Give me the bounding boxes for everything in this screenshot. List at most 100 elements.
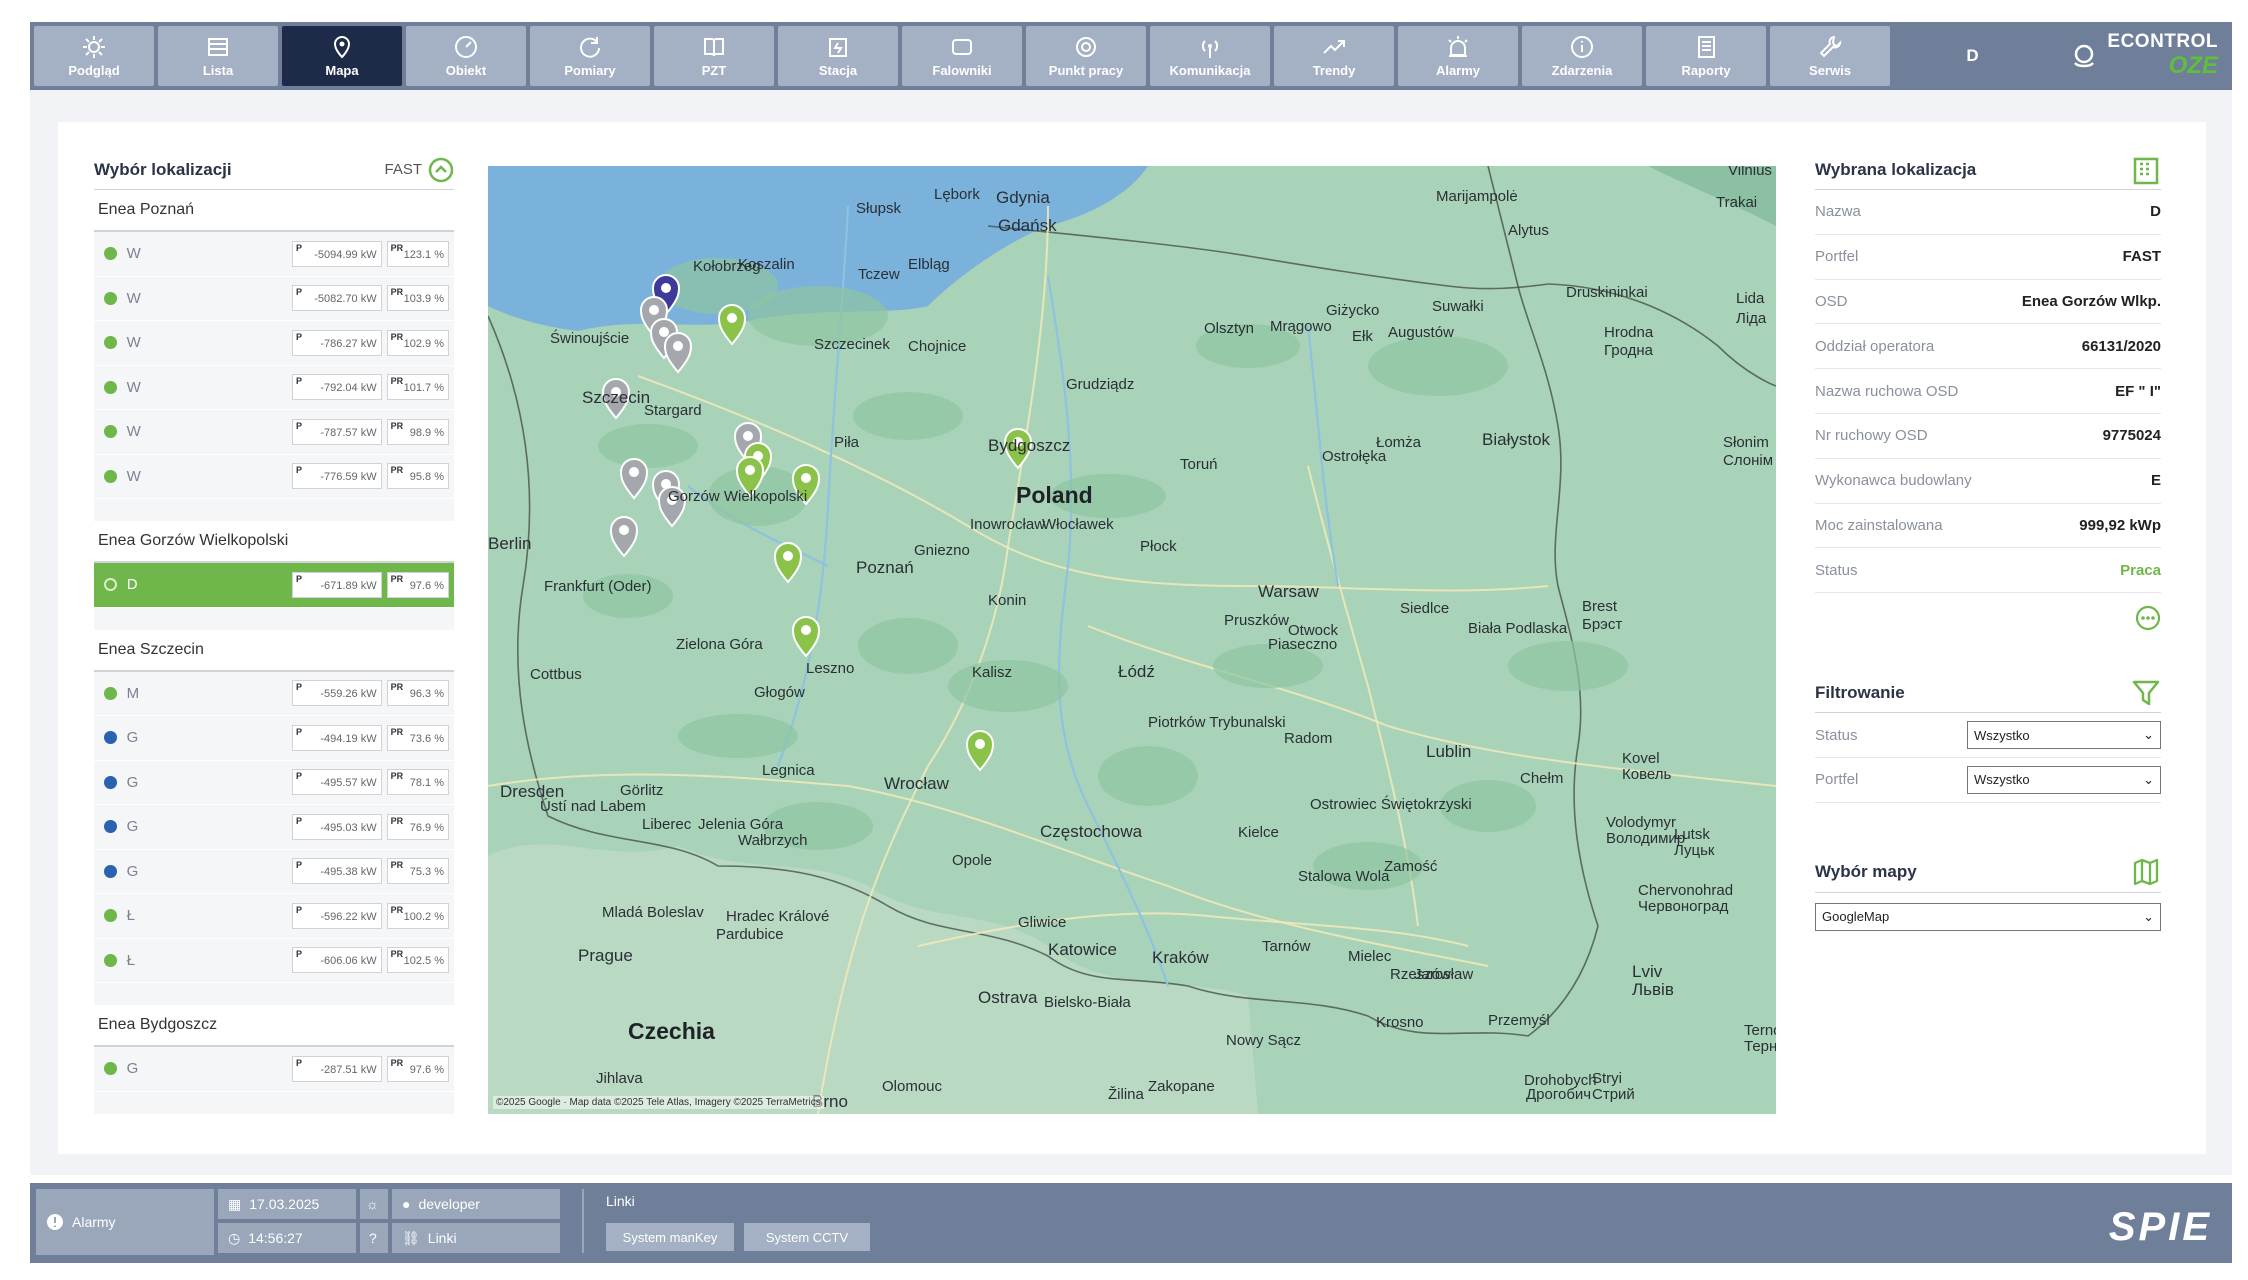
- location-row[interactable]: G P -495.38 kW PR 75.3 %: [94, 849, 454, 894]
- user-button[interactable]: ● developer: [392, 1189, 560, 1219]
- fast-toggle[interactable]: FAST: [384, 157, 454, 183]
- nav-punkt-pracy[interactable]: Punkt pracy: [1026, 26, 1146, 86]
- nav-alarmy[interactable]: Alarmy: [1398, 26, 1518, 86]
- alert-icon: [47, 1214, 63, 1230]
- group-title[interactable]: Enea Bydgoszcz: [94, 1005, 454, 1047]
- nav-label: Serwis: [1809, 63, 1851, 78]
- location-row[interactable]: W P -792.04 kW PR 101.7 %: [94, 365, 454, 410]
- map-city-label: Lida: [1736, 290, 1765, 307]
- map-type-select[interactable]: GoogleMap ⌄: [1815, 902, 2161, 931]
- location-row[interactable]: G P -287.51 kW PR 97.6 %: [94, 1047, 454, 1092]
- location-row[interactable]: M P -559.26 kW PR 96.3 %: [94, 671, 454, 716]
- nav-zdarzenia[interactable]: Zdarzenia: [1522, 26, 1642, 86]
- power-value: P -495.57 kW: [291, 769, 382, 796]
- map-marker-pin-icon[interactable]: [791, 616, 821, 658]
- map-marker-pin-icon[interactable]: [619, 458, 649, 500]
- map-city-label: Lublin: [1426, 742, 1472, 761]
- location-row[interactable]: W P -5094.99 kW PR 123.1 %: [94, 232, 454, 277]
- location-row[interactable]: G P -495.57 kW PR 78.1 %: [94, 760, 454, 805]
- pr-value: PR 95.8 %: [386, 463, 450, 490]
- group-title[interactable]: Enea Gorzów Wielkopolski: [94, 521, 454, 563]
- alarms-button[interactable]: Alarmy: [36, 1189, 214, 1255]
- map-marker-pin-icon[interactable]: [965, 730, 995, 772]
- station-icon: [829, 38, 847, 57]
- map-city-label: Червоноград: [1638, 898, 1729, 915]
- filter-icon[interactable]: [2131, 678, 2161, 708]
- group-title[interactable]: Enea Szczecin: [94, 629, 454, 672]
- map-city-label: Trakai: [1716, 194, 1758, 211]
- pr-value: PR 96.3 %: [386, 680, 450, 707]
- power-label: P: [295, 771, 302, 782]
- map-city-label: Grudziądz: [1066, 376, 1135, 393]
- group-title[interactable]: Enea Poznań: [94, 190, 454, 232]
- nav-komunikacja[interactable]: Komunikacja: [1150, 26, 1270, 86]
- power-text: -5094.99 kW: [314, 248, 377, 261]
- map-marker-pin-icon[interactable]: [773, 542, 803, 584]
- location-row[interactable]: Ł P -596.22 kW PR 100.2 %: [94, 894, 454, 939]
- power-label: P: [295, 682, 302, 693]
- link-system-mankey[interactable]: System manKey: [606, 1223, 734, 1251]
- map-city-label: Львів: [1632, 980, 1674, 999]
- map-city-label: Lębork: [934, 186, 980, 203]
- map-city-label: Луцьк: [1674, 842, 1715, 859]
- field-label: Status: [1815, 561, 1858, 579]
- power-value: P -671.89 kW: [292, 571, 382, 598]
- map-city-label: Poznań: [856, 558, 914, 577]
- power-value: P -287.51 kW: [291, 1055, 382, 1082]
- nav-stacja[interactable]: Stacja: [778, 26, 898, 86]
- map-city-label: Przemyśl: [1488, 1012, 1550, 1029]
- map-icon[interactable]: [2131, 857, 2161, 887]
- nav-label: Alarmy: [1435, 63, 1481, 78]
- nav-serwis[interactable]: Serwis: [1770, 26, 1890, 86]
- nav-falowniki[interactable]: Falowniki: [902, 26, 1022, 86]
- link-system-cctv[interactable]: System CCTV: [744, 1223, 870, 1251]
- nav-raporty[interactable]: Raporty: [1646, 26, 1766, 86]
- pr-text: 102.9 %: [403, 337, 445, 350]
- help-button[interactable]: ?: [360, 1223, 388, 1253]
- location-row[interactable]: Ł P -606.06 kW PR 102.5 %: [94, 938, 454, 983]
- location-row[interactable]: G P -494.19 kW PR 73.6 %: [94, 716, 454, 761]
- map-city-label: Ostrowiec Świętokrzyski: [1310, 796, 1472, 813]
- power-value: P -606.06 kW: [291, 947, 382, 974]
- map-marker-pin-icon[interactable]: [609, 516, 639, 558]
- forest-area-2: [853, 392, 963, 440]
- map-city-label: Ліда: [1736, 310, 1767, 327]
- nav-pzt[interactable]: PZT: [654, 26, 774, 86]
- map-city-label: Piotrków Trybunalski: [1148, 714, 1286, 731]
- map-marker-pin-icon[interactable]: [663, 332, 693, 374]
- filter-portfel-select[interactable]: Wszystko ⌄: [1967, 765, 2161, 794]
- power-label: P: [295, 465, 302, 476]
- location-row[interactable]: W P -776.59 kW PR 95.8 %: [94, 454, 454, 499]
- group-spacer: [94, 499, 454, 521]
- pr-text: 98.9 %: [409, 426, 445, 439]
- more-icon[interactable]: [2135, 605, 2161, 631]
- building-icon[interactable]: [2131, 155, 2161, 185]
- nav-mapa[interactable]: Mapa: [282, 26, 402, 86]
- bottom-bar: Alarmy ▦ 17.03.2025 ◷ 14:56:27 ☼ ? ● dev…: [30, 1183, 2232, 1263]
- power-text: -606.06 kW: [320, 955, 377, 968]
- location-row[interactable]: G P -495.03 kW PR 76.9 %: [94, 805, 454, 850]
- nav-trendy[interactable]: Trendy: [1274, 26, 1394, 86]
- map-city-label: Leszno: [806, 660, 855, 677]
- nav-label: Zdarzenia: [1551, 63, 1613, 78]
- power-value: P -787.57 kW: [291, 418, 382, 445]
- location-row[interactable]: W P -786.27 kW PR 102.9 %: [94, 321, 454, 366]
- theme-button[interactable]: ☼: [360, 1189, 388, 1219]
- power-label: P: [295, 376, 302, 387]
- nav-lista[interactable]: Lista: [158, 26, 278, 86]
- location-row[interactable]: W P -5082.70 kW PR 103.9 %: [94, 276, 454, 321]
- filter-status-row: Status Wszystko ⌄: [1815, 713, 2161, 758]
- date-display[interactable]: ▦ 17.03.2025: [218, 1189, 356, 1219]
- location-row-selected[interactable]: D P -671.89 kW PR 97.6 %: [94, 563, 454, 608]
- nav-obiekt[interactable]: Obiekt: [406, 26, 526, 86]
- map-city-label: Legnica: [762, 762, 815, 779]
- nav-podgląd[interactable]: Podgląd: [34, 26, 154, 86]
- links-button[interactable]: ⛓ Linki: [392, 1223, 560, 1253]
- nav-pomiary[interactable]: Pomiary: [530, 26, 650, 86]
- field-value: 9775024: [2102, 427, 2161, 445]
- location-row[interactable]: W P -787.57 kW PR 98.9 %: [94, 410, 454, 455]
- map-city-label: Toruń: [1180, 456, 1218, 473]
- map-marker-pin-icon[interactable]: [717, 304, 747, 346]
- map-view[interactable]: Gdynia Gdańsk Słupsk Lębork Kołobrzeg Koszali…: [488, 166, 1776, 1114]
- filter-status-select[interactable]: Wszystko ⌄: [1967, 721, 2161, 750]
